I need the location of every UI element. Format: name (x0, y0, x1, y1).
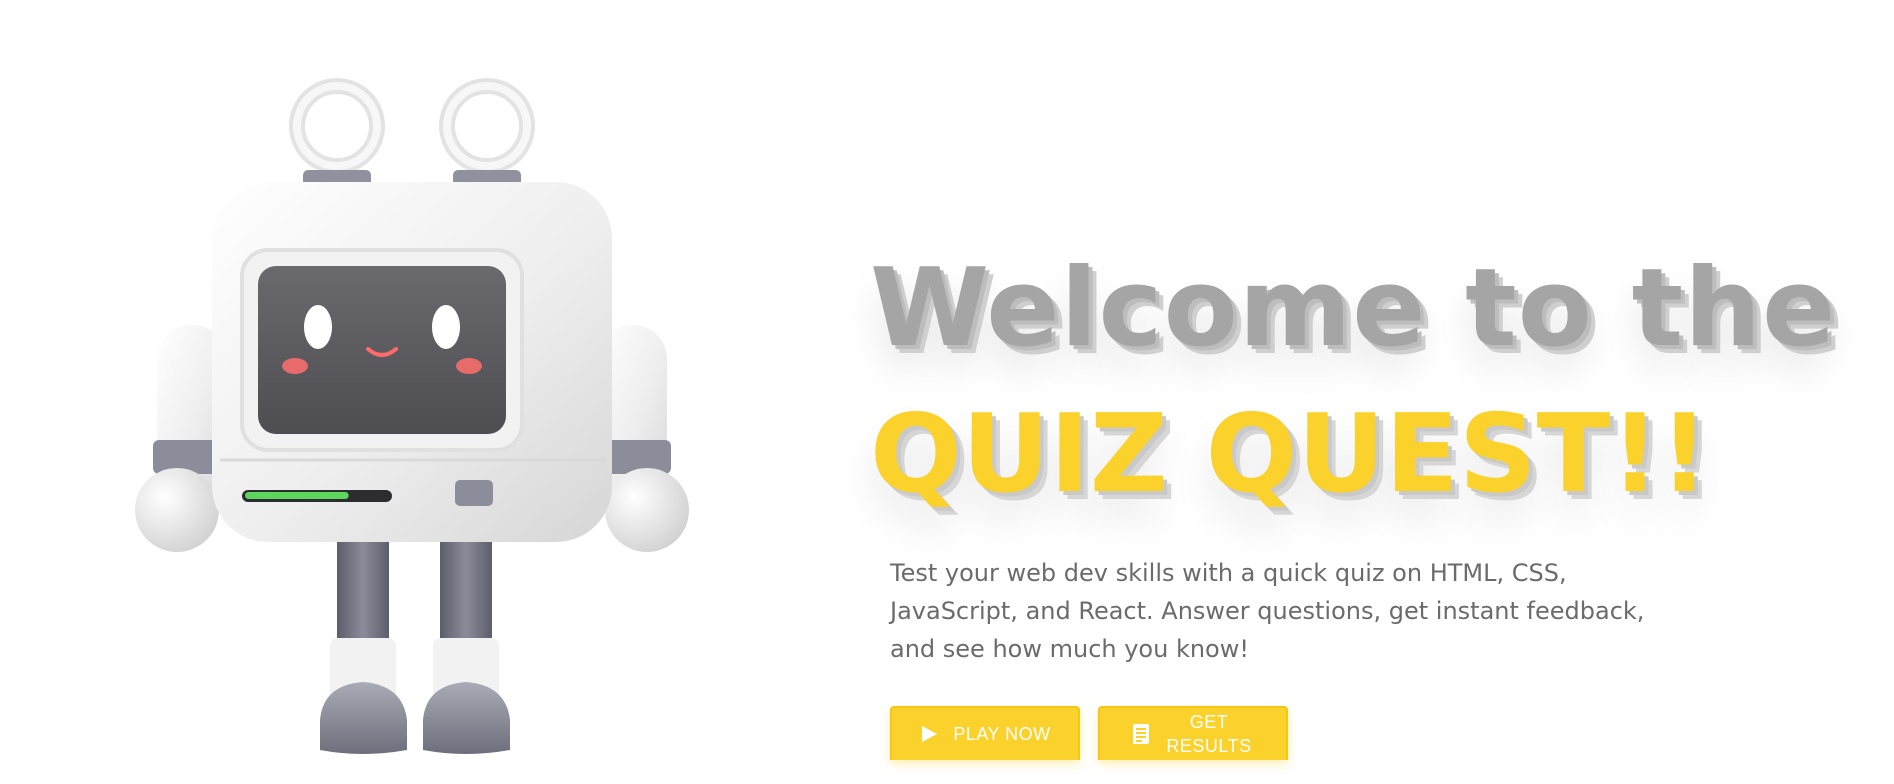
antenna-left (289, 78, 385, 186)
play-now-label: PLAY NOW (953, 724, 1051, 744)
hero-section: Welcome to the QUIZ QUEST!! Test your we… (870, 250, 1870, 668)
headline-quiz-quest: QUIZ QUEST!! (870, 392, 1709, 517)
play-icon (919, 724, 939, 744)
robot-body (212, 182, 612, 542)
document-icon (1132, 723, 1150, 745)
landing-page: Welcome to the QUIZ QUEST!! Test your we… (0, 0, 1894, 784)
hero-description: Test your web dev skills with a quick qu… (890, 559, 1645, 663)
hero-actions: PLAY NOW GET RESULTS (890, 706, 1288, 760)
robot-mascot-illustration (125, 70, 695, 770)
legs (320, 520, 510, 754)
antenna-right (439, 78, 535, 186)
get-results-button[interactable]: GET RESULTS (1098, 706, 1288, 760)
play-now-button[interactable]: PLAY NOW (890, 706, 1080, 760)
get-results-label: GET RESULTS (1166, 712, 1252, 756)
headline-welcome: Welcome to the (870, 246, 1837, 371)
